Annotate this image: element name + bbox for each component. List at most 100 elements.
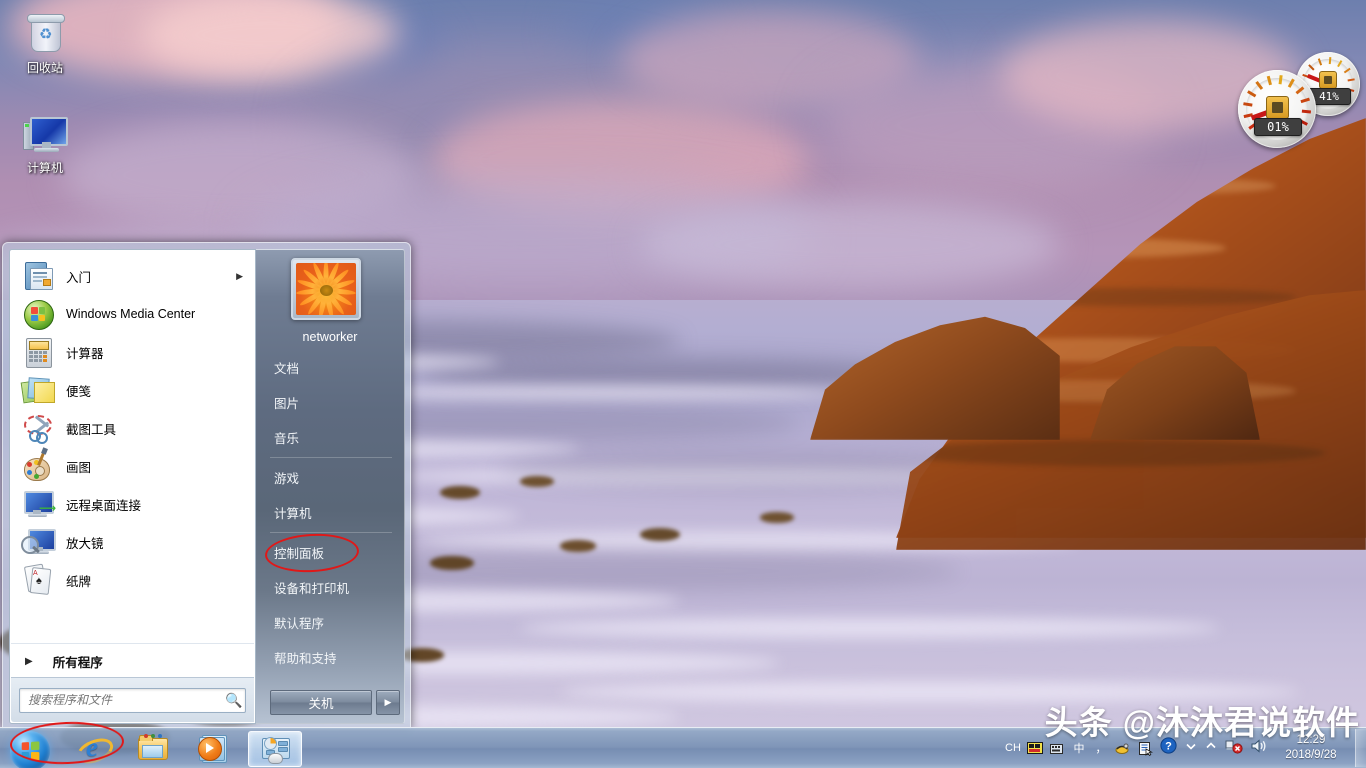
ime-menu-icon[interactable] — [1136, 739, 1154, 757]
place-label: 帮助和支持 — [274, 648, 337, 667]
windows-media-player-icon — [197, 733, 227, 763]
desktop-icon-recycle-bin[interactable]: ♻ 回收站 — [2, 10, 88, 76]
submenu-arrow-icon: ▶ — [236, 271, 243, 282]
internet-explorer-icon: e — [77, 733, 107, 763]
start-menu-item-remote-desktop[interactable]: ⟶ 远程桌面连接 — [10, 485, 255, 523]
volume-icon[interactable] — [1251, 738, 1269, 759]
all-programs-label: 所有程序 — [53, 652, 103, 671]
cpu-gauge: 01% — [1238, 70, 1316, 148]
taskbar[interactable]: e — [0, 727, 1366, 768]
taskbar-button-windows-media-player[interactable] — [186, 731, 238, 765]
clock[interactable]: 12:29 2018/9/28 — [1273, 733, 1349, 763]
desktop-icon-computer[interactable]: 计算机 — [2, 110, 88, 176]
cloud — [640, 200, 1060, 290]
place-label: 图片 — [274, 393, 299, 412]
system-tray[interactable]: CH 中 ， ? — [1002, 728, 1366, 768]
start-menu-place-documents[interactable]: 文档 — [256, 350, 404, 385]
computer-icon — [21, 110, 69, 158]
recycle-bin-icon: ♻ — [21, 10, 69, 58]
place-label: 文档 — [274, 358, 299, 377]
start-menu-place-games[interactable]: 游戏 — [256, 460, 404, 495]
desktop[interactable]: ♻ 回收站 计算机 — [0, 0, 1366, 768]
memory-chip-icon — [1319, 71, 1337, 89]
getting-started-icon — [22, 260, 54, 292]
desktop-icon-label: 回收站 — [2, 61, 88, 76]
show-hidden-icons-icon[interactable] — [1185, 739, 1197, 757]
remote-desktop-icon: ⟶ — [22, 488, 54, 520]
clock-time: 12:29 — [1273, 733, 1349, 748]
start-menu-place-devices-printers[interactable]: 设备和打印机 — [256, 570, 404, 605]
start-menu-item-solitaire[interactable]: ♠ A 纸牌 — [10, 561, 255, 599]
place-label: 计算机 — [274, 503, 312, 522]
search-icon: 🔍 — [223, 692, 245, 709]
start-menu-item-calculator[interactable]: 计算器 — [10, 333, 255, 371]
start-menu-programs-panel: 入门 ▶ Windows Media Center — [9, 249, 256, 724]
windows-explorer-icon — [137, 733, 167, 763]
paint-icon — [22, 450, 54, 482]
svg-text:?: ? — [1165, 740, 1172, 752]
chevron-right-icon: ▶ — [25, 656, 33, 667]
start-menu-item-label: 放大镜 — [66, 533, 104, 552]
clock-date: 2018/9/28 — [1273, 748, 1349, 763]
taskbar-button-windows-explorer[interactable] — [126, 731, 178, 765]
start-menu-item-label: Windows Media Center — [66, 307, 195, 321]
start-menu-place-default-programs[interactable]: 默认程序 — [256, 605, 404, 640]
user-name[interactable]: networker — [256, 330, 404, 344]
shutdown-options-arrow[interactable]: ▶ — [376, 690, 400, 715]
shutdown-bar: 关机 ▶ — [256, 681, 404, 723]
start-menu-item-label: 入门 — [66, 267, 91, 286]
network-icon[interactable] — [1225, 737, 1243, 759]
start-menu-item-label: 远程桌面连接 — [66, 495, 141, 514]
start-menu-place-control-panel[interactable]: 控制面板 — [256, 535, 404, 570]
place-label: 游戏 — [274, 468, 299, 487]
search-box[interactable]: 🔍 — [19, 688, 246, 713]
daisy-flower-picture — [296, 263, 356, 315]
ime-softkeyboard-icon[interactable] — [1048, 739, 1066, 757]
taskbar-button-control-panel[interactable] — [248, 731, 302, 767]
start-menu-item-windows-media-center[interactable]: Windows Media Center — [10, 295, 255, 333]
magnifier-icon — [22, 526, 54, 558]
start-menu-place-music[interactable]: 音乐 — [256, 420, 404, 455]
media-center-icon — [22, 298, 54, 330]
all-programs-button[interactable]: ▶ 所有程序 — [11, 643, 254, 678]
ime-keyboard-icon[interactable] — [1026, 739, 1044, 757]
cpu-percent: 01% — [1254, 118, 1302, 136]
start-menu-item-magnifier[interactable]: 放大镜 — [10, 523, 255, 561]
search-area: 🔍 — [11, 677, 254, 722]
ime-mode-label[interactable]: 中 — [1070, 739, 1088, 757]
place-label: 设备和打印机 — [274, 578, 349, 597]
help-icon[interactable]: ? — [1160, 737, 1177, 759]
program-list: 入门 ▶ Windows Media Center — [10, 250, 255, 599]
menu-separator — [270, 532, 392, 533]
ime-language-bar[interactable]: CH 中 ， — [1002, 739, 1156, 757]
start-menu-item-sticky-notes[interactable]: 便笺 — [10, 371, 255, 409]
start-menu-item-getting-started[interactable]: 入门 ▶ — [10, 257, 255, 295]
user-avatar[interactable] — [291, 258, 361, 320]
start-menu-item-label: 画图 — [66, 457, 91, 476]
start-menu-item-label: 纸牌 — [66, 571, 91, 590]
solitaire-icon: ♠ A — [22, 564, 54, 596]
place-label: 默认程序 — [274, 613, 324, 632]
start-menu-place-help-support[interactable]: 帮助和支持 — [256, 640, 404, 675]
start-menu-item-snipping-tool[interactable]: 截图工具 — [10, 409, 255, 447]
start-menu-item-label: 便笺 — [66, 381, 91, 400]
show-hidden-icons-up-icon[interactable] — [1205, 739, 1217, 757]
ime-punctuation-label[interactable]: ， — [1092, 739, 1110, 757]
ime-language-label[interactable]: CH — [1004, 739, 1022, 757]
ime-tools-icon[interactable] — [1114, 739, 1132, 757]
shutdown-button[interactable]: 关机 — [270, 690, 372, 715]
start-menu[interactable]: 入门 ▶ Windows Media Center — [2, 242, 411, 729]
start-button[interactable] — [4, 725, 58, 768]
start-menu-place-computer[interactable]: 计算机 — [256, 495, 404, 530]
cpu-meter-gadget[interactable]: 41% 01% — [1232, 52, 1360, 148]
search-input[interactable] — [20, 692, 223, 708]
calculator-icon — [22, 336, 54, 368]
snipping-tool-icon — [22, 412, 54, 444]
start-menu-places-panel: networker 文档 图片 音乐 游戏 计算机 — [256, 249, 405, 724]
taskbar-button-internet-explorer[interactable]: e — [66, 731, 118, 765]
sticky-notes-icon — [22, 374, 54, 406]
cpu-chip-icon — [1266, 96, 1289, 119]
show-desktop-button[interactable] — [1355, 729, 1366, 767]
start-menu-item-paint[interactable]: 画图 — [10, 447, 255, 485]
start-menu-place-pictures[interactable]: 图片 — [256, 385, 404, 420]
